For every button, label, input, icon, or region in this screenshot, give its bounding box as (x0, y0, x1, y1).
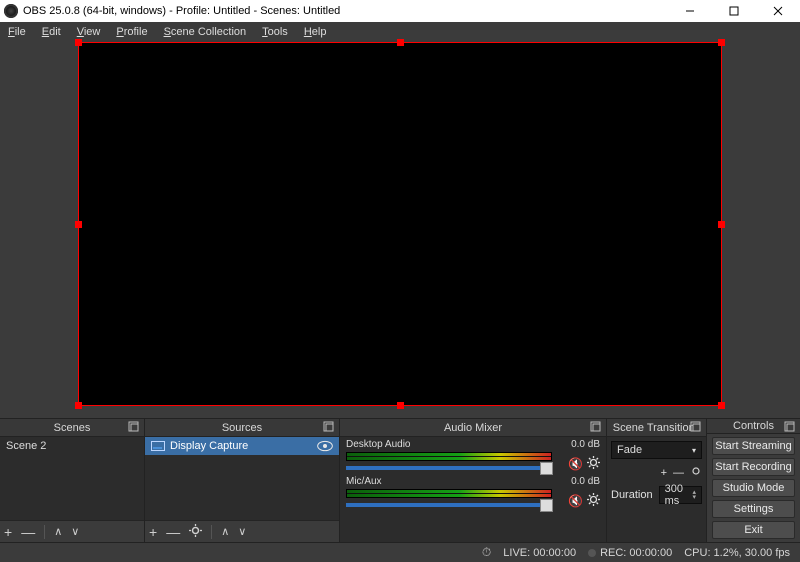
transition-duration-label: Duration (611, 489, 653, 501)
menu-edit[interactable]: Edit (34, 26, 69, 38)
audio-mixer-dock: Audio Mixer Desktop Audio 0.0 dB 🔇 (339, 418, 606, 542)
scene-add-button[interactable]: + (4, 524, 12, 540)
mute-icon[interactable]: 🔇 (568, 457, 583, 471)
resize-handle-tl[interactable] (75, 39, 82, 46)
obs-app-icon (4, 4, 18, 18)
mixer-track: Mic/Aux 0.0 dB 🔇 (340, 474, 606, 511)
transition-duration-value: 300 ms (665, 483, 693, 507)
transition-remove-button[interactable]: — (673, 467, 684, 479)
menu-scene-collection[interactable]: Scene Collection (156, 26, 255, 38)
popout-icon[interactable] (590, 421, 603, 434)
scene-down-button[interactable]: ∨ (71, 525, 79, 538)
sources-header[interactable]: Sources (145, 418, 339, 437)
mixer-track-level: 0.0 dB (571, 439, 600, 450)
mixer-track-level: 0.0 dB (571, 476, 600, 487)
window-titlebar: OBS 25.0.8 (64-bit, windows) - Profile: … (0, 0, 800, 22)
controls-title: Controls (733, 420, 774, 432)
record-indicator-icon (588, 549, 596, 557)
popout-icon[interactable] (128, 421, 141, 434)
scene-name: Scene 2 (6, 440, 46, 452)
scene-list-item[interactable]: Scene 2 (0, 437, 144, 455)
status-live: LIVE: 00:00:00 (503, 547, 576, 559)
studio-mode-button[interactable]: Studio Mode (712, 479, 795, 497)
window-title: OBS 25.0.8 (64-bit, windows) - Profile: … (23, 5, 668, 17)
exit-button[interactable]: Exit (712, 521, 795, 539)
resize-handle-tc[interactable] (397, 39, 404, 46)
scene-remove-button[interactable]: — (21, 524, 35, 540)
mixer-meter (346, 489, 552, 498)
transition-current: Fade (617, 444, 642, 456)
start-streaming-button[interactable]: Start Streaming (712, 437, 795, 455)
mixer-track-name: Mic/Aux (346, 476, 382, 487)
popout-icon[interactable] (690, 421, 703, 434)
resize-handle-br[interactable] (718, 402, 725, 409)
popout-icon[interactable] (784, 421, 797, 434)
source-down-button[interactable]: ∨ (238, 525, 246, 538)
sources-title: Sources (222, 422, 262, 434)
menu-tools[interactable]: Tools (254, 26, 296, 38)
gear-icon[interactable] (587, 493, 600, 509)
mixer-header[interactable]: Audio Mixer (340, 418, 606, 437)
window-maximize-button[interactable] (712, 0, 756, 22)
scene-up-button[interactable]: ∧ (54, 525, 62, 538)
source-remove-button[interactable]: — (166, 524, 180, 540)
window-minimize-button[interactable] (668, 0, 712, 22)
source-properties-button[interactable] (189, 524, 202, 540)
source-list-item[interactable]: Display Capture (145, 437, 339, 455)
preview-area[interactable] (0, 41, 800, 418)
gear-icon[interactable] (690, 465, 702, 480)
mute-icon[interactable]: 🔇 (568, 494, 583, 508)
mixer-track: Desktop Audio 0.0 dB 🔇 (340, 437, 606, 474)
mixer-track-name: Desktop Audio (346, 439, 411, 450)
transitions-title: Scene Transitions (613, 422, 700, 434)
menu-help[interactable]: Help (296, 26, 335, 38)
menu-profile[interactable]: Profile (108, 26, 155, 38)
menu-file[interactable]: File (0, 26, 34, 38)
source-name: Display Capture (170, 440, 248, 452)
visibility-toggle-icon[interactable] (317, 440, 333, 452)
spinner-arrows[interactable]: ▴▾ (692, 490, 696, 500)
window-close-button[interactable] (756, 0, 800, 22)
transitions-header[interactable]: Scene Transitions (607, 418, 706, 437)
chevron-down-icon: ▾ (692, 446, 696, 455)
resize-handle-mr[interactable] (718, 221, 725, 228)
display-capture-icon (151, 441, 165, 451)
scenes-header[interactable]: Scenes (0, 418, 144, 437)
source-add-button[interactable]: + (149, 524, 157, 540)
transitions-dock: Scene Transitions Fade ▾ + — (606, 418, 706, 542)
status-bar: ⏱ LIVE: 00:00:00 REC: 00:00:00 CPU: 1.2%… (0, 542, 800, 562)
menu-view[interactable]: View (69, 26, 109, 38)
settings-button[interactable]: Settings (712, 500, 795, 518)
resize-handle-ml[interactable] (75, 221, 82, 228)
mixer-volume-slider[interactable] (346, 466, 552, 470)
transition-select[interactable]: Fade ▾ (611, 441, 702, 459)
source-up-button[interactable]: ∧ (221, 525, 229, 538)
scenes-dock: Scenes Scene 2 + — ∧ ∨ (0, 418, 144, 542)
controls-header[interactable]: Controls (707, 418, 800, 434)
preview-canvas[interactable] (78, 42, 722, 406)
transition-add-button[interactable]: + (661, 467, 667, 479)
stream-delay-icon[interactable]: ⏱ (482, 545, 491, 560)
resize-handle-bc[interactable] (397, 402, 404, 409)
transition-duration-spinner[interactable]: 300 ms ▴▾ (659, 486, 702, 504)
mixer-volume-slider[interactable] (346, 503, 552, 507)
status-rec: REC: 00:00:00 (600, 547, 672, 559)
sources-dock: Sources Display Capture + — (144, 418, 339, 542)
scenes-title: Scenes (54, 422, 91, 434)
resize-handle-tr[interactable] (718, 39, 725, 46)
mixer-title: Audio Mixer (444, 422, 502, 434)
gear-icon[interactable] (587, 456, 600, 472)
resize-handle-bl[interactable] (75, 402, 82, 409)
start-recording-button[interactable]: Start Recording (712, 458, 795, 476)
status-cpu: CPU: 1.2%, 30.00 fps (684, 547, 790, 559)
controls-dock: Controls Start Streaming Start Recording… (706, 418, 800, 542)
docks: Scenes Scene 2 + — ∧ ∨ Sources (0, 418, 800, 542)
popout-icon[interactable] (323, 421, 336, 434)
mixer-meter (346, 452, 552, 461)
app-root: File Edit View Profile Scene Collection … (0, 22, 800, 562)
